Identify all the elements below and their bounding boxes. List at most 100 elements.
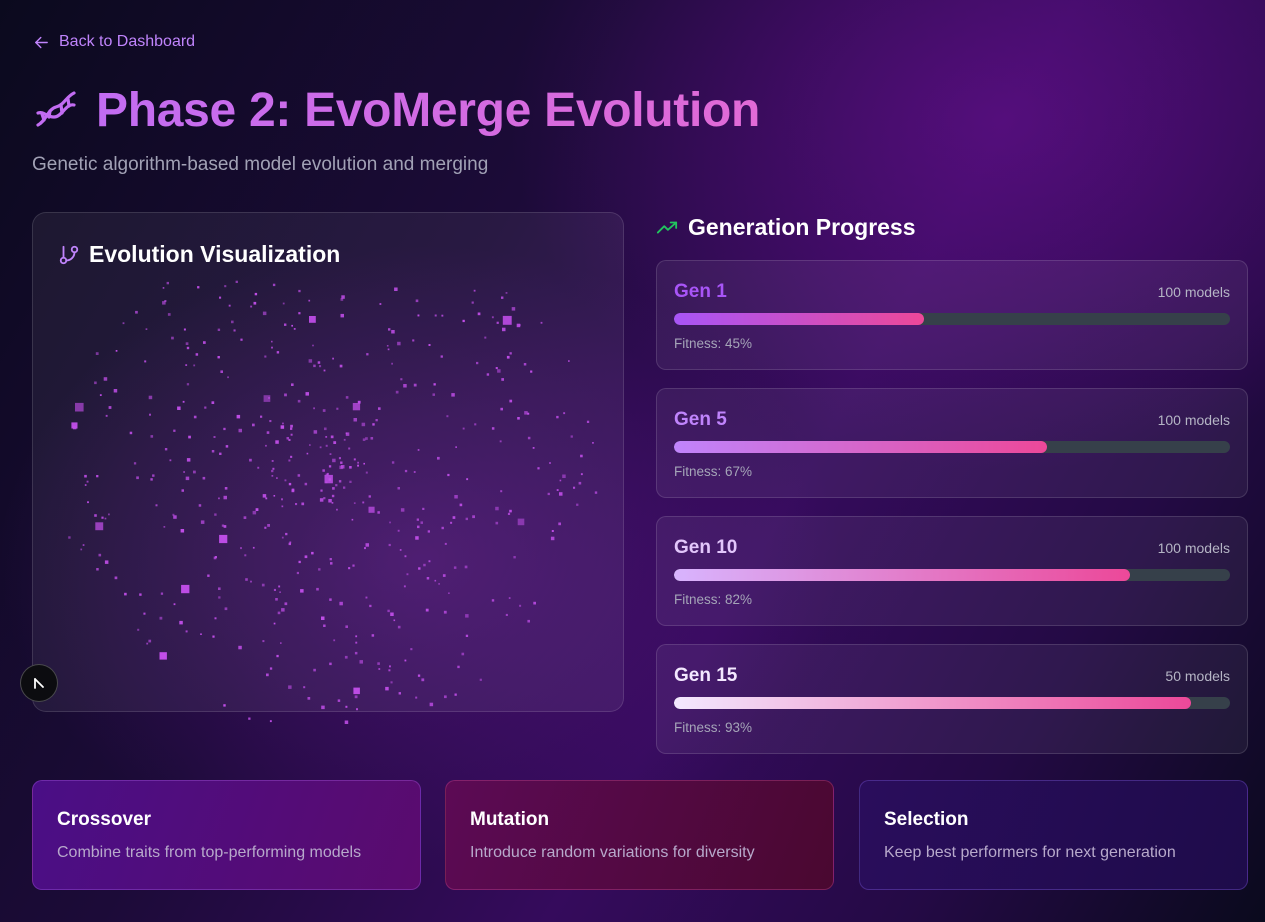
particle [214, 617, 217, 620]
particle [312, 344, 314, 347]
particle [213, 556, 217, 560]
particle [319, 498, 324, 502]
particle [491, 316, 494, 319]
particle [495, 506, 499, 511]
generation-label: Gen 15 [674, 665, 738, 686]
particle [448, 592, 450, 594]
particle [114, 576, 118, 580]
back-to-dashboard-link[interactable]: Back to Dashboard [33, 33, 195, 51]
particle [179, 620, 183, 625]
particle [592, 442, 594, 444]
navigation-toggle-button[interactable] [20, 664, 58, 702]
particle [273, 622, 276, 625]
particle [293, 328, 296, 330]
particle [249, 458, 252, 462]
particle [186, 458, 191, 462]
particle [513, 556, 516, 559]
particle [397, 341, 401, 346]
particle [428, 560, 431, 563]
particle [377, 662, 380, 665]
particle [104, 560, 109, 564]
particle [496, 321, 499, 324]
particle [253, 301, 257, 305]
particle [284, 602, 288, 606]
particle [324, 474, 333, 484]
particle [212, 635, 215, 638]
particle [80, 548, 83, 551]
particle [276, 654, 279, 658]
evolution-particle-field [68, 280, 598, 724]
particle [423, 563, 426, 567]
particle [568, 360, 570, 362]
particle [185, 630, 188, 633]
particle [122, 322, 125, 325]
particle [388, 328, 391, 331]
particle [412, 339, 415, 342]
particle [507, 512, 511, 515]
particle [556, 415, 559, 419]
particle [446, 415, 449, 418]
particle [173, 429, 176, 432]
particle [271, 469, 274, 473]
particle [219, 296, 222, 299]
particle [530, 370, 533, 373]
particle [372, 423, 375, 426]
particle [269, 667, 273, 670]
particle [349, 466, 352, 469]
particle [371, 634, 375, 637]
particle [547, 492, 550, 496]
particle [594, 491, 598, 494]
particle [224, 487, 228, 490]
particle [99, 394, 102, 396]
particle [266, 673, 269, 677]
particle [211, 401, 215, 404]
particle [104, 517, 107, 520]
particle [425, 608, 429, 612]
particle [357, 464, 359, 467]
particle [150, 435, 154, 438]
particle [281, 498, 283, 501]
particle [225, 445, 229, 448]
particle [353, 502, 356, 504]
particle [393, 619, 396, 622]
particle [306, 452, 309, 455]
particle [200, 633, 202, 635]
particle [352, 403, 361, 411]
particle [185, 364, 188, 366]
particle [115, 350, 118, 352]
back-label: Back to Dashboard [59, 33, 196, 50]
particle [218, 497, 220, 500]
particle [368, 506, 375, 513]
particle [275, 440, 279, 444]
generation-progress-title: Generation Progress [688, 214, 916, 240]
particle [404, 659, 407, 662]
particle [418, 567, 421, 570]
particle [326, 473, 329, 476]
particle [328, 465, 332, 468]
particle [250, 580, 252, 583]
particle [164, 448, 168, 451]
particle [333, 441, 337, 444]
particle [527, 619, 530, 623]
particle [148, 639, 152, 643]
particle [204, 406, 207, 409]
particle [183, 471, 185, 473]
particle [303, 686, 306, 689]
particle [495, 521, 499, 525]
particle [148, 395, 153, 400]
particle [219, 452, 222, 455]
dna-icon [36, 91, 76, 127]
particle [386, 345, 389, 347]
fitness-progress-fill [674, 313, 925, 325]
particle [336, 508, 338, 511]
particle [465, 614, 469, 618]
particle [333, 639, 336, 642]
particle [461, 652, 465, 656]
particle [495, 367, 498, 370]
particle [395, 390, 399, 394]
particle [316, 587, 319, 591]
particle [98, 553, 102, 557]
particle [231, 320, 234, 324]
particle [417, 674, 421, 677]
particle [180, 529, 185, 533]
